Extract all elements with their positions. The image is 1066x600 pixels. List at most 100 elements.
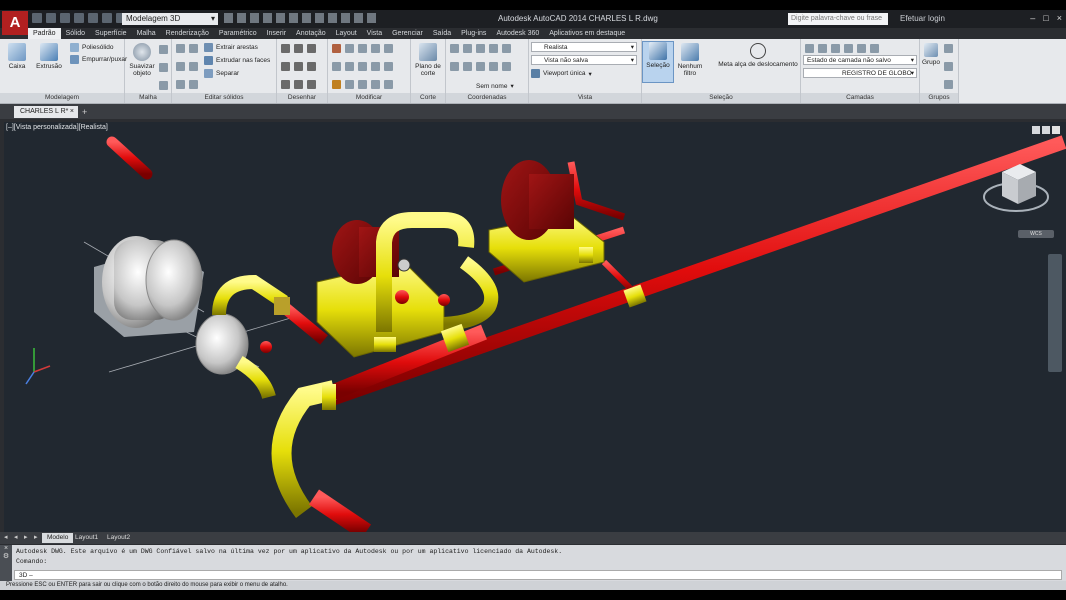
ribbon-tab[interactable]: Anotação <box>291 28 331 39</box>
align-icon[interactable] <box>358 80 367 89</box>
panel-title[interactable]: Editar sólidos <box>172 93 276 103</box>
application-menu-button[interactable]: A <box>2 11 28 35</box>
intersect-icon[interactable] <box>176 80 185 89</box>
spline-icon[interactable] <box>294 80 303 89</box>
ucs-named-dropdown[interactable]: Sem nome ▾ <box>476 82 514 91</box>
tool-icon[interactable] <box>315 13 324 23</box>
interfere-icon[interactable] <box>189 62 198 71</box>
ribbon-tab[interactable]: Malha <box>132 28 161 39</box>
ucs-icon[interactable] <box>450 44 459 53</box>
layer-icon[interactable] <box>818 44 827 53</box>
rectangle-icon[interactable] <box>294 62 303 71</box>
tab-layout2[interactable]: Layout2 <box>102 533 135 543</box>
stretch-icon[interactable] <box>358 62 367 71</box>
panel-title[interactable]: Desenhar <box>277 93 327 103</box>
minimize-icon[interactable]: – <box>1030 13 1035 23</box>
ucs-icon[interactable] <box>463 44 472 53</box>
command-window-handle[interactable]: × ⚙ <box>0 545 12 581</box>
new-tab-icon[interactable]: + <box>82 107 92 117</box>
tool-icon[interactable] <box>250 13 259 23</box>
ucs-icon[interactable] <box>489 44 498 53</box>
tool-icon[interactable] <box>237 13 246 23</box>
move-gizmo-button[interactable]: Meta alça de deslocamento <box>718 43 798 68</box>
ucs-icon[interactable] <box>502 44 511 53</box>
panel-title[interactable]: Grupos <box>920 93 958 103</box>
save-icon[interactable] <box>60 13 70 23</box>
panel-title[interactable]: Seleção <box>642 93 800 103</box>
layer-icon[interactable] <box>857 44 866 53</box>
tab-nav-prev-icon[interactable]: ◂ <box>14 533 18 541</box>
command-input[interactable]: 3D – <box>14 570 1062 580</box>
tool-icon[interactable] <box>354 13 363 23</box>
ribbon-tab[interactable]: Sólido <box>61 28 90 39</box>
rotate-icon[interactable] <box>345 44 354 53</box>
union-icon[interactable] <box>176 44 185 53</box>
group-tool-icon[interactable] <box>944 80 953 89</box>
ribbon-tab[interactable]: Layout <box>331 28 362 39</box>
join-icon[interactable] <box>384 80 393 89</box>
navigation-bar[interactable] <box>1048 254 1062 372</box>
workspace-dropdown[interactable]: Modelagem 3D <box>122 13 218 25</box>
ribbon-tab[interactable]: Aplicativos em destaque <box>544 28 630 39</box>
extrude-faces-button[interactable]: Extrudar nas faces <box>204 56 270 65</box>
tab-model[interactable]: Modelo <box>42 533 74 543</box>
tab-layout1[interactable]: Layout1 <box>70 533 103 543</box>
selection-cycling-button[interactable]: Seleção <box>642 41 674 83</box>
panel-title[interactable]: Vista <box>529 93 641 103</box>
tool-icon[interactable] <box>289 13 298 23</box>
viewport-config-dropdown[interactable]: Viewport única ▾ <box>531 69 592 78</box>
mesh-tool-icon[interactable] <box>159 45 168 54</box>
mesh-tool-icon[interactable] <box>159 81 168 90</box>
ribbon-tab[interactable]: Inserir <box>262 28 291 39</box>
group-tool-icon[interactable] <box>944 44 953 53</box>
new-icon[interactable] <box>32 13 42 23</box>
polysolid-button[interactable]: Poliesólido <box>70 43 113 52</box>
tool-icon[interactable] <box>263 13 272 23</box>
extract-edges-button[interactable]: Extrair arestas <box>204 43 258 52</box>
layer-icon[interactable] <box>844 44 853 53</box>
ribbon-tab[interactable]: Vista <box>362 28 387 39</box>
visual-style-dropdown[interactable]: Realista <box>531 42 637 53</box>
ribbon-tab[interactable]: Gerenciar <box>387 28 428 39</box>
thicken-icon[interactable] <box>189 80 198 89</box>
undo-icon[interactable] <box>102 13 112 23</box>
separate-button[interactable]: Separar <box>204 69 239 78</box>
ucs-icon[interactable] <box>489 62 498 71</box>
box-button[interactable]: Caixa <box>2 43 32 70</box>
group-tool-icon[interactable] <box>944 62 953 71</box>
fillet-icon[interactable] <box>332 62 341 71</box>
scale-icon[interactable] <box>371 62 380 71</box>
named-view-dropdown[interactable]: Vista não salva <box>531 55 637 66</box>
tool-icon[interactable] <box>328 13 337 23</box>
search-input[interactable]: Digite palavra-chave ou frase <box>788 13 888 25</box>
copy-icon[interactable] <box>371 44 380 53</box>
ribbon-tab[interactable]: Plug-ins <box>456 28 491 39</box>
tool-icon[interactable] <box>302 13 311 23</box>
minimize-icon[interactable] <box>1032 126 1040 134</box>
layer-state-dropdown[interactable]: Estado de camada não salvo <box>803 55 917 66</box>
section-plane-button[interactable]: Plano de corte <box>413 43 443 77</box>
panel-title[interactable]: Malha <box>125 93 171 103</box>
tool-icon[interactable] <box>276 13 285 23</box>
ucs-icon[interactable] <box>502 62 511 71</box>
hatch-icon[interactable] <box>307 80 316 89</box>
presspull-button[interactable]: Empurrar/puxar <box>70 55 127 64</box>
layer-icon[interactable] <box>805 44 814 53</box>
offset-icon[interactable] <box>345 80 354 89</box>
chamfer-icon[interactable] <box>371 80 380 89</box>
trim-icon[interactable] <box>358 44 367 53</box>
ellipse-icon[interactable] <box>307 62 316 71</box>
ucs-icon[interactable] <box>476 44 485 53</box>
ribbon-tab[interactable]: Padrão <box>28 28 61 39</box>
tab-nav-last-icon[interactable]: ▸ <box>34 533 38 541</box>
open-icon[interactable] <box>46 13 56 23</box>
close-icon[interactable] <box>1052 126 1060 134</box>
line-icon[interactable] <box>281 44 290 53</box>
subtract-icon[interactable] <box>176 62 185 71</box>
sign-in-link[interactable]: Efetuar login <box>900 14 945 23</box>
arc-icon[interactable] <box>281 62 290 71</box>
polyline-icon[interactable] <box>294 44 303 53</box>
ucs-icon[interactable] <box>463 62 472 71</box>
tool-icon[interactable] <box>224 13 233 23</box>
ribbon-tab[interactable]: Saída <box>428 28 456 39</box>
